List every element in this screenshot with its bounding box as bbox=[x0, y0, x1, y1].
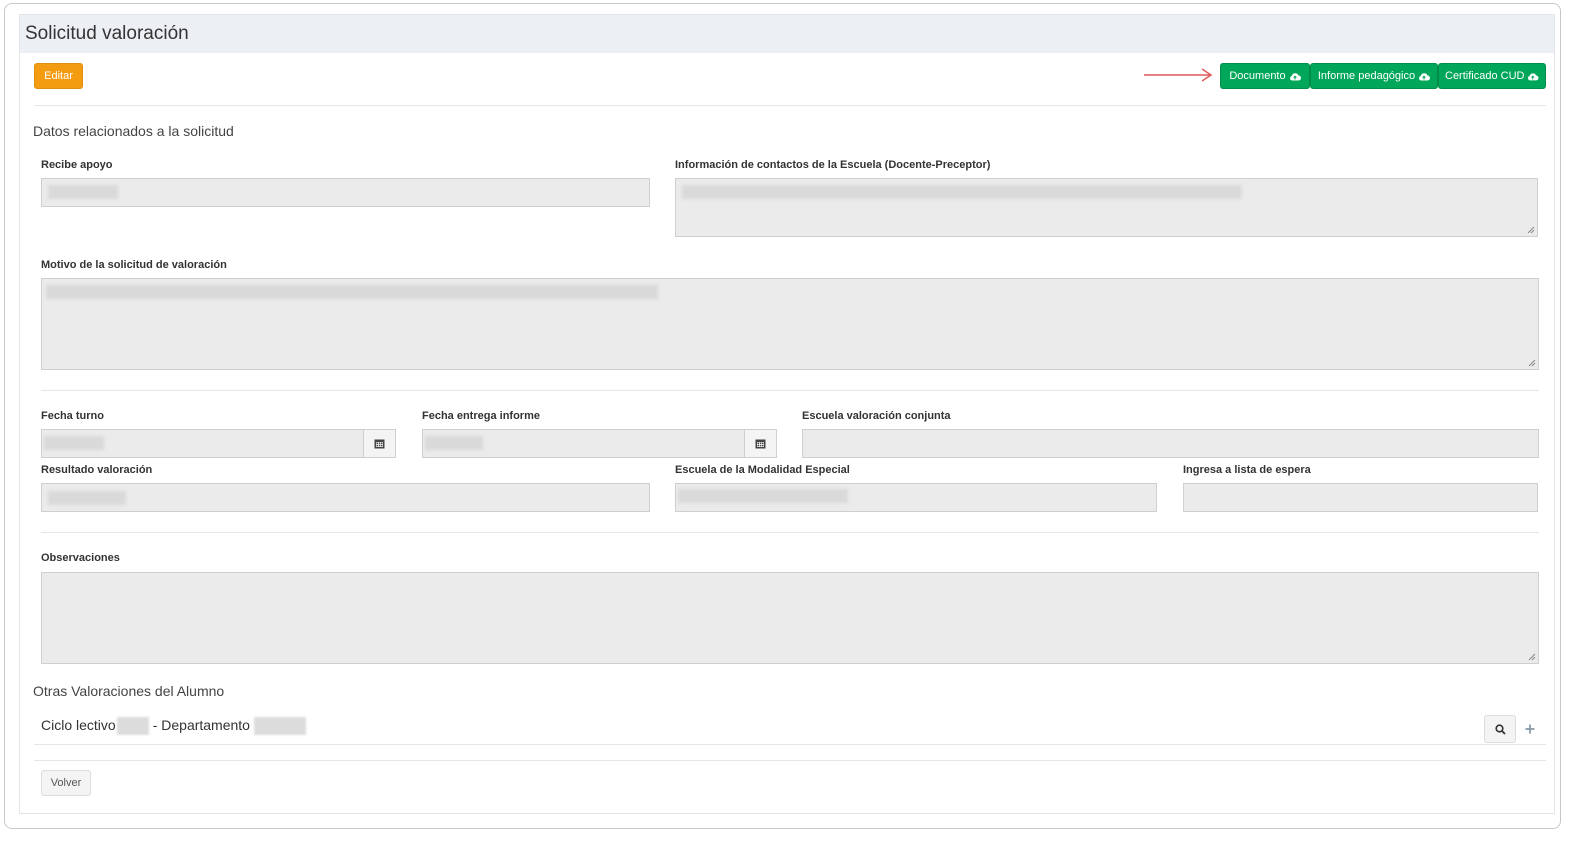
section-title-otras: Otras Valoraciones del Alumno bbox=[33, 683, 225, 699]
redacted-value bbox=[48, 185, 118, 199]
add-button[interactable] bbox=[1523, 715, 1537, 743]
divider bbox=[34, 760, 1546, 761]
escuela-modalidad-field[interactable] bbox=[675, 483, 1157, 512]
recibe-apoyo-field[interactable] bbox=[41, 178, 650, 207]
certificado-cud-button[interactable]: Certificado CUD bbox=[1438, 63, 1546, 89]
fecha-turno-field[interactable] bbox=[41, 429, 364, 458]
documento-label: Documento bbox=[1229, 70, 1286, 82]
divider bbox=[34, 744, 1546, 745]
fecha-entrega-label: Fecha entrega informe bbox=[422, 410, 540, 422]
edit-button[interactable]: Editar bbox=[34, 63, 83, 89]
cloud-upload-icon bbox=[1528, 72, 1539, 80]
resultado-label: Resultado valoración bbox=[41, 464, 153, 476]
redacted-value bbox=[46, 285, 658, 299]
observaciones-label: Observaciones bbox=[41, 552, 120, 564]
lista-espera-field[interactable] bbox=[1183, 483, 1538, 512]
informe-label: Informe pedagógico bbox=[1317, 70, 1416, 82]
motivo-label: Motivo de la solicitud de valoración bbox=[41, 259, 227, 271]
documento-button[interactable]: Documento bbox=[1220, 63, 1310, 89]
departamento-label: - Departamento bbox=[152, 717, 250, 733]
ciclo-lectivo-label: Ciclo lectivo bbox=[41, 717, 116, 733]
redacted-value bbox=[116, 717, 149, 736]
fecha-turno-label: Fecha turno bbox=[41, 410, 104, 422]
lista-espera-label: Ingresa a lista de espera bbox=[1183, 464, 1311, 476]
arrow-right-icon bbox=[1144, 68, 1213, 82]
calendar-icon bbox=[755, 439, 766, 449]
resultado-field[interactable] bbox=[41, 483, 650, 512]
resize-handle-icon[interactable] bbox=[1527, 226, 1535, 234]
search-icon bbox=[1494, 723, 1506, 735]
fecha-turno-calendar-button[interactable] bbox=[363, 429, 396, 458]
motivo-field[interactable] bbox=[41, 278, 1539, 370]
redacted-value bbox=[48, 491, 126, 505]
divider bbox=[41, 390, 1539, 391]
window-frame: Solicitud valoración Editar Documento In… bbox=[4, 3, 1561, 829]
redacted-value bbox=[682, 185, 1242, 199]
search-button[interactable] bbox=[1484, 715, 1516, 743]
contactos-label: Información de contactos de la Escuela (… bbox=[675, 159, 991, 171]
resize-handle-icon[interactable] bbox=[1528, 359, 1536, 367]
panel-title: Solicitud valoración bbox=[25, 23, 189, 44]
escuela-conjunta-field[interactable] bbox=[802, 429, 1539, 458]
redacted-value bbox=[253, 717, 306, 736]
contactos-field[interactable] bbox=[675, 178, 1538, 237]
panel-body: Editar Documento Informe pedagógico Cert… bbox=[20, 53, 1554, 813]
redacted-value bbox=[425, 436, 483, 450]
divider bbox=[34, 105, 1546, 106]
divider bbox=[41, 532, 1539, 533]
volver-button[interactable]: Volver bbox=[41, 770, 91, 796]
plus-icon bbox=[1525, 724, 1535, 734]
informe-pedagogico-button[interactable]: Informe pedagógico bbox=[1310, 63, 1438, 89]
resize-handle-icon[interactable] bbox=[1528, 653, 1536, 661]
section-title-datos: Datos relacionados a la solicitud bbox=[33, 123, 234, 139]
fecha-entrega-field[interactable] bbox=[422, 429, 745, 458]
otras-item-row: Ciclo lectivo - Departamento bbox=[41, 717, 306, 736]
escuela-modalidad-label: Escuela de la Modalidad Especial bbox=[675, 464, 850, 476]
cloud-upload-icon bbox=[1419, 72, 1431, 80]
redacted-value bbox=[678, 489, 848, 503]
fecha-entrega-calendar-button[interactable] bbox=[744, 429, 777, 458]
cloud-upload-icon bbox=[1289, 72, 1301, 80]
calendar-icon bbox=[374, 439, 385, 449]
certificado-label: Certificado CUD bbox=[1445, 70, 1525, 82]
solicitud-panel: Solicitud valoración Editar Documento In… bbox=[19, 14, 1555, 814]
recibe-apoyo-label: Recibe apoyo bbox=[41, 159, 113, 171]
escuela-conjunta-label: Escuela valoración conjunta bbox=[802, 410, 951, 422]
redacted-value bbox=[44, 436, 104, 450]
observaciones-field[interactable] bbox=[41, 572, 1539, 664]
